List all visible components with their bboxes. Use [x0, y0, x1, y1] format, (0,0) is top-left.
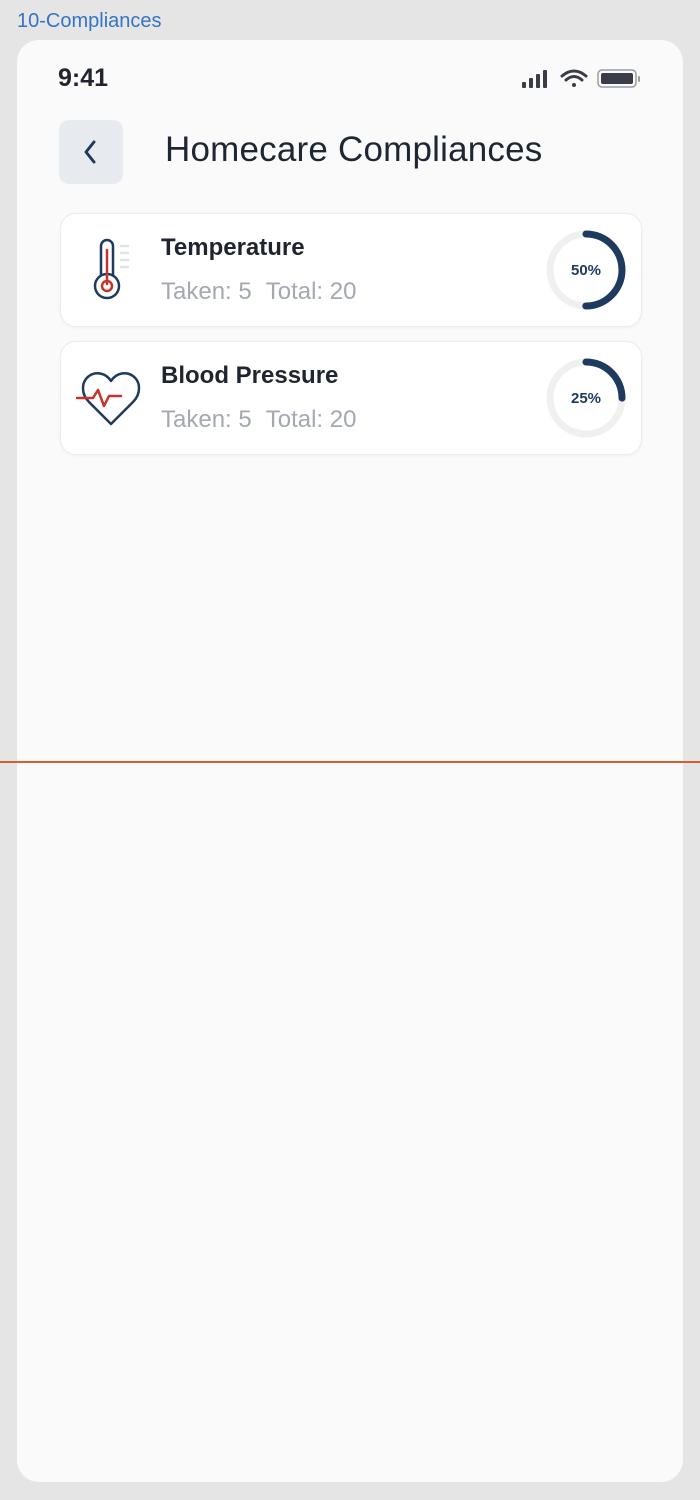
compliance-counts: Taken: 5 Total: 20 — [161, 278, 356, 306]
progress-percent: 25% — [570, 389, 602, 407]
signal-icon — [522, 70, 547, 88]
progress-ring: 50% — [544, 228, 628, 312]
back-button[interactable] — [59, 120, 123, 184]
divider-line — [0, 761, 700, 763]
compliance-name: Blood Pressure — [161, 362, 339, 389]
status-icons — [522, 69, 640, 88]
wifi-icon — [560, 69, 588, 87]
chevron-left-icon — [84, 140, 96, 164]
compliance-card-temperature[interactable]: Temperature Taken: 5 Total: 20 50% — [60, 213, 642, 327]
compliance-card-blood-pressure[interactable]: Blood Pressure Taken: 5 Total: 20 25% — [60, 341, 642, 455]
status-time: 9:41 — [58, 64, 109, 92]
total-count: Total: 20 — [265, 406, 357, 433]
frame-label: 10-Compliances — [17, 10, 162, 32]
compliance-name: Temperature — [161, 234, 305, 261]
taken-count: Taken: 5 — [161, 406, 252, 433]
taken-count: Taken: 5 — [161, 278, 252, 305]
battery-icon — [597, 69, 640, 88]
progress-ring: 25% — [544, 356, 628, 440]
total-count: Total: 20 — [265, 278, 357, 305]
progress-percent: 50% — [570, 261, 602, 279]
page-title: Homecare Compliances — [165, 130, 543, 169]
thermometer-icon — [93, 238, 130, 300]
compliance-counts: Taken: 5 Total: 20 — [161, 406, 356, 434]
heart-pulse-icon — [76, 372, 141, 426]
